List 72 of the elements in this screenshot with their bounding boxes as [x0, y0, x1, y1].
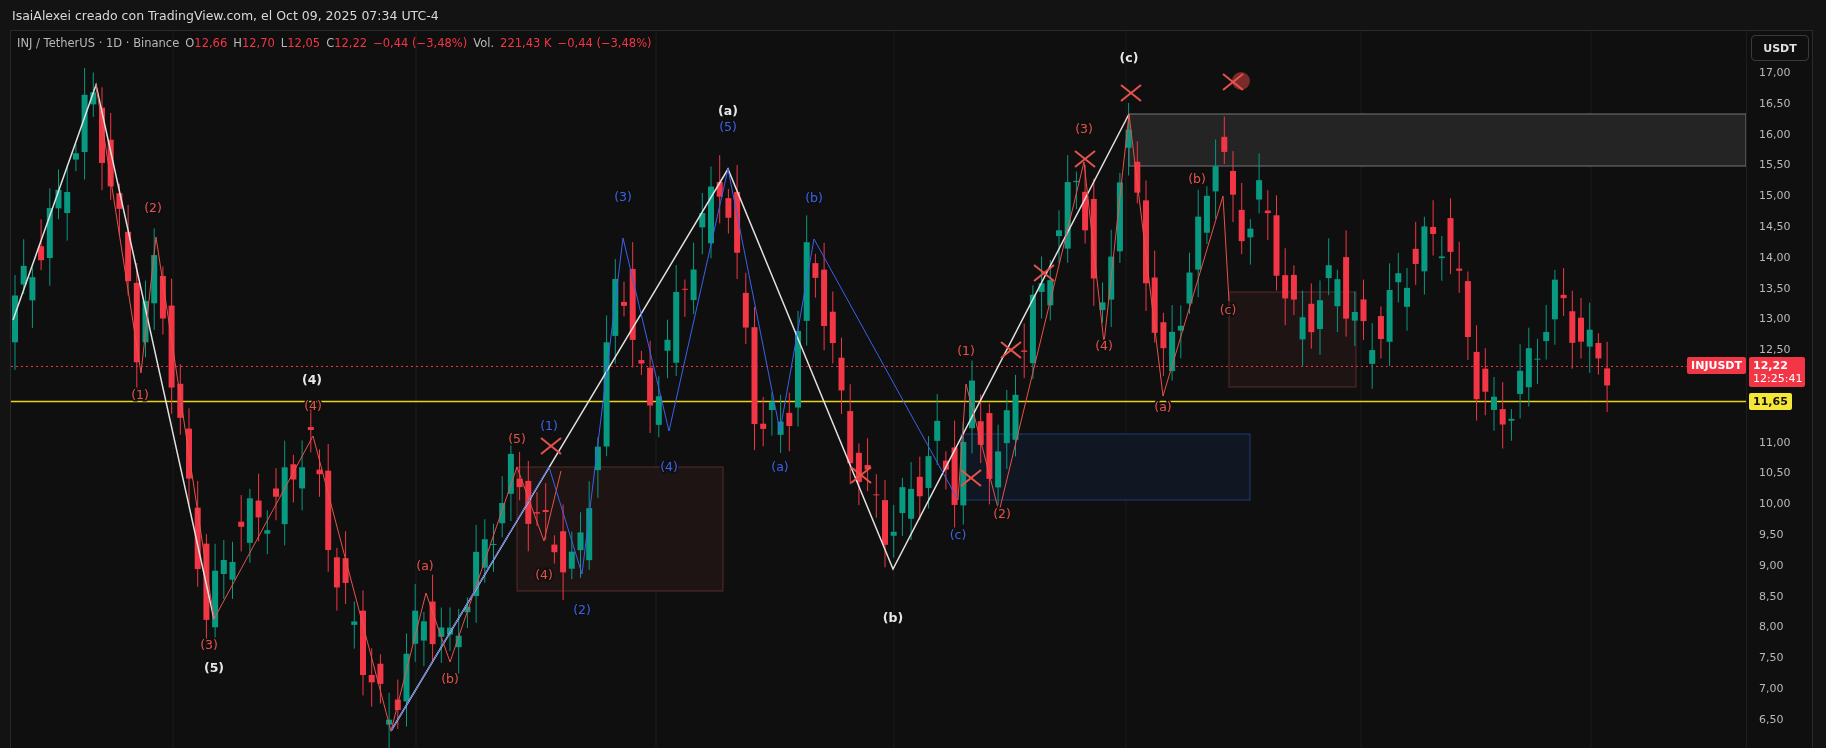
- cross-mark-icon: [1074, 150, 1096, 168]
- price-tick: 10,50: [1759, 465, 1791, 479]
- wave-label: (2): [573, 602, 591, 617]
- marker-dot: [1232, 72, 1250, 90]
- price-tick: 12,50: [1759, 342, 1791, 356]
- price-tick: 17,00: [1759, 65, 1791, 79]
- price-tick: 8,00: [1759, 619, 1784, 633]
- ohlc-value: H12,70: [233, 36, 275, 50]
- wave-label: (b): [1188, 171, 1206, 186]
- wave-label: (2): [144, 200, 162, 215]
- wave-label: (4): [1095, 338, 1113, 353]
- wave-label: (4): [301, 372, 323, 387]
- price-tick: 16,50: [1759, 96, 1791, 110]
- wave-label: (5): [203, 660, 225, 675]
- wave-label: (4): [660, 459, 678, 474]
- countdown-text: 12:25:41: [1753, 372, 1801, 385]
- cross-mark-icon: [1120, 84, 1142, 102]
- cross-mark-icon: [540, 437, 562, 455]
- price-tick: 6,50: [1759, 712, 1784, 726]
- wave-label: (4): [535, 567, 553, 582]
- wave-label: (5): [719, 119, 737, 134]
- title-text: IsaiAlexei creado con TradingView.com, el Oct 09, 2025 07:34 UTC-4: [12, 7, 439, 23]
- price-tick: 14,50: [1759, 219, 1791, 233]
- price-tick: 9,50: [1759, 527, 1784, 541]
- price-tick: 15,00: [1759, 188, 1791, 202]
- wave-label: (a): [718, 103, 738, 118]
- price-tick: 14,00: [1759, 250, 1791, 264]
- price-tick: 16,00: [1759, 127, 1791, 141]
- wave-label: (a): [416, 558, 434, 573]
- change-text: −0,44 (−3,48%): [373, 36, 468, 50]
- wave-label: (1): [957, 343, 975, 358]
- price-tick: 13,50: [1759, 281, 1791, 295]
- volume-change: −0,44 (−3,48%): [557, 36, 652, 50]
- wave-label: (b): [805, 190, 823, 205]
- wave-label: (b): [441, 671, 459, 686]
- cross-mark-icon: [1000, 341, 1022, 359]
- price-tick: 13,00: [1759, 311, 1791, 325]
- price-tick: 8,50: [1759, 589, 1784, 603]
- cross-mark-icon: [850, 466, 872, 484]
- wave-label: (3): [1075, 121, 1093, 136]
- price-tick: 11,00: [1759, 435, 1791, 449]
- wave-label: (a): [1154, 399, 1172, 414]
- wave-label: (c): [1219, 302, 1237, 317]
- wave-label: (a): [771, 459, 789, 474]
- symbol-badge: INJUSDT: [1687, 357, 1746, 375]
- ohlc-value: O12,66: [185, 36, 228, 50]
- price-tick: 10,00: [1759, 496, 1791, 510]
- cross-mark-icon: [960, 469, 982, 487]
- cross-mark-icon: [1033, 264, 1055, 282]
- cross-mark-icon: [1222, 73, 1244, 91]
- symbol-text: INJ / TetherUS · 1D · Binance: [17, 36, 180, 50]
- price-tick: 9,00: [1759, 558, 1784, 572]
- wave-label: (3): [614, 189, 632, 204]
- volume-label: Vol.: [473, 36, 495, 50]
- wave-label: (c): [949, 527, 967, 542]
- wave-label: (2): [993, 506, 1011, 521]
- wave-label: (1): [131, 387, 149, 402]
- price-tick: 7,00: [1759, 681, 1784, 695]
- wave-label: (b): [882, 610, 904, 625]
- currency-button[interactable]: USDT: [1751, 35, 1809, 61]
- wave-label: (1): [540, 418, 558, 433]
- price-tick: 7,50: [1759, 650, 1784, 664]
- last-price: 12,22: [1753, 359, 1789, 372]
- volume-value: 221,43 K: [500, 36, 552, 50]
- wave-label: (5): [508, 431, 526, 446]
- ohlc-value: C12,22: [326, 36, 368, 50]
- wave-label: (c): [1119, 50, 1139, 65]
- price-tick: 15,50: [1759, 157, 1791, 171]
- wave-label: (3): [200, 637, 218, 652]
- ohlc-value: L12,05: [280, 36, 321, 50]
- wave-label: (4): [304, 398, 322, 413]
- line-price-badge: 11,65: [1749, 392, 1792, 410]
